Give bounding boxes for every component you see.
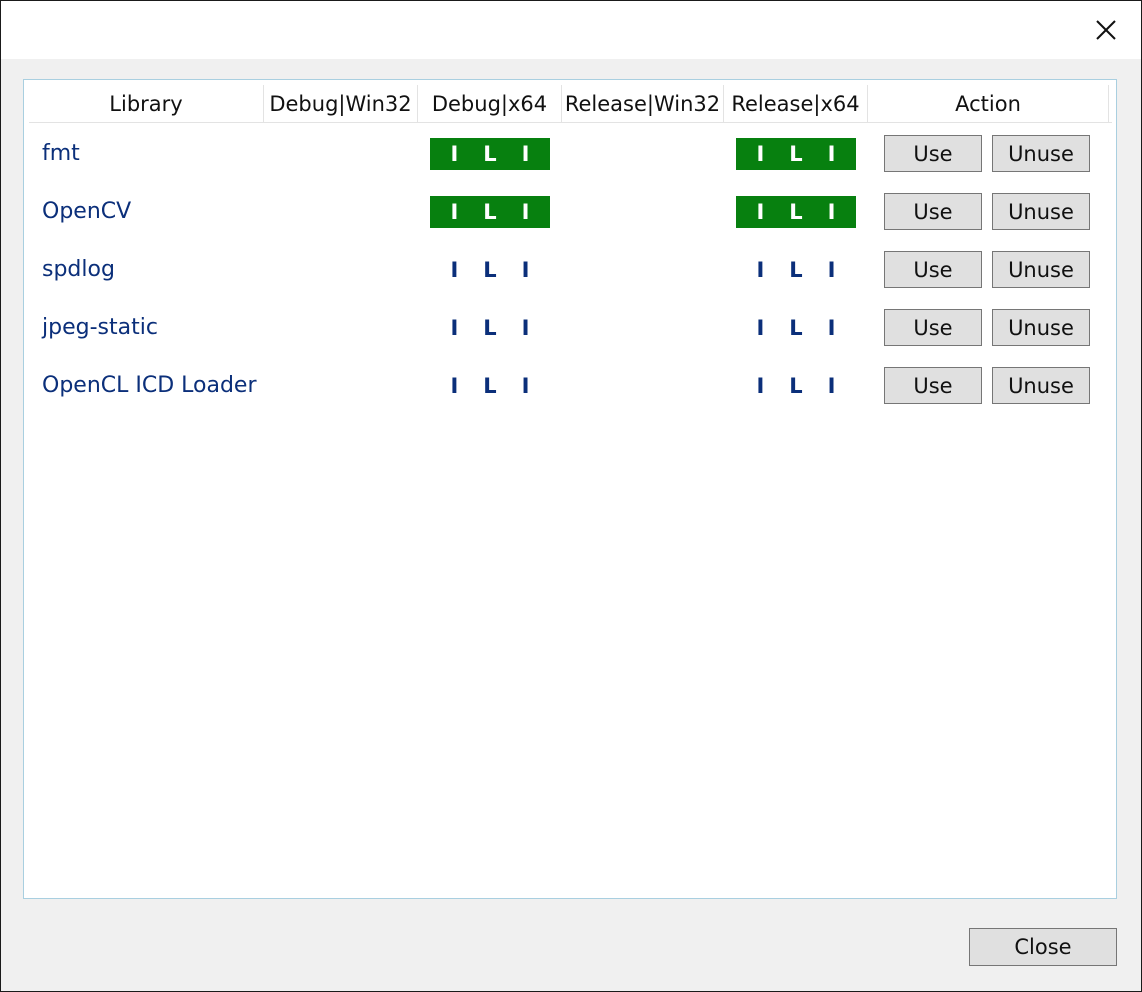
use-button[interactable]: Use xyxy=(884,367,982,404)
unuse-button[interactable]: Unuse xyxy=(992,193,1090,230)
release-x64-indicator: ILI xyxy=(736,138,856,170)
dialog-window: Library Debug|Win32 Debug|x64 Release|Wi… xyxy=(0,0,1142,992)
use-button[interactable]: Use xyxy=(884,251,982,288)
indicator-letter: I xyxy=(756,374,765,398)
indicator-letter: I xyxy=(756,258,765,282)
column-header-library[interactable]: Library xyxy=(29,85,264,122)
use-button[interactable]: Use xyxy=(884,309,982,346)
use-button[interactable]: Use xyxy=(884,135,982,172)
indicator-letter: L xyxy=(483,200,497,224)
release-x64-indicator: ILI xyxy=(736,196,856,228)
release-x64-indicator: ILI xyxy=(736,312,856,344)
indicator-letter: L xyxy=(483,316,497,340)
indicator-letter: L xyxy=(789,142,803,166)
debug-x64-indicator: ILI xyxy=(430,138,550,170)
unuse-button[interactable]: Unuse xyxy=(992,251,1090,288)
library-list: Library Debug|Win32 Debug|x64 Release|Wi… xyxy=(23,79,1117,899)
release-x64-indicator: ILI xyxy=(736,370,856,402)
close-button[interactable]: Close xyxy=(969,928,1117,966)
column-header-release-win32[interactable]: Release|Win32 xyxy=(562,85,724,122)
indicator-letter: I xyxy=(756,316,765,340)
indicator-letter: L xyxy=(789,200,803,224)
indicator-letter: L xyxy=(483,142,497,166)
indicator-letter: I xyxy=(450,374,459,398)
library-name: fmt xyxy=(42,141,80,166)
indicator-letter: I xyxy=(827,142,836,166)
indicator-letter: L xyxy=(789,316,803,340)
indicator-letter: I xyxy=(521,142,530,166)
library-name: spdlog xyxy=(42,257,115,282)
indicator-letter: I xyxy=(450,142,459,166)
column-header-release-x64[interactable]: Release|x64 xyxy=(724,85,868,122)
header-divider xyxy=(29,122,1112,123)
indicator-letter: I xyxy=(521,374,530,398)
unuse-button[interactable]: Unuse xyxy=(992,135,1090,172)
indicator-letter: I xyxy=(756,142,765,166)
library-name: OpenCL ICD Loader xyxy=(42,373,257,398)
indicator-letter: I xyxy=(827,258,836,282)
debug-x64-indicator: ILI xyxy=(430,312,550,344)
debug-x64-indicator: ILI xyxy=(430,254,550,286)
title-bar xyxy=(1,1,1141,59)
indicator-letter: I xyxy=(756,200,765,224)
indicator-letter: I xyxy=(450,258,459,282)
indicator-letter: I xyxy=(521,200,530,224)
debug-x64-indicator: ILI xyxy=(430,196,550,228)
column-header-debug-x64[interactable]: Debug|x64 xyxy=(418,85,562,122)
debug-x64-indicator: ILI xyxy=(430,370,550,402)
indicator-letter: L xyxy=(789,258,803,282)
close-icon[interactable] xyxy=(1091,15,1121,45)
use-button[interactable]: Use xyxy=(884,193,982,230)
library-name: OpenCV xyxy=(42,199,132,224)
unuse-button[interactable]: Unuse xyxy=(992,367,1090,404)
indicator-letter: L xyxy=(483,258,497,282)
indicator-letter: I xyxy=(450,200,459,224)
indicator-letter: I xyxy=(521,258,530,282)
indicator-letter: I xyxy=(450,316,459,340)
unuse-button[interactable]: Unuse xyxy=(992,309,1090,346)
indicator-letter: I xyxy=(521,316,530,340)
release-x64-indicator: ILI xyxy=(736,254,856,286)
indicator-letter: I xyxy=(827,200,836,224)
indicator-letter: L xyxy=(789,374,803,398)
column-header-action[interactable]: Action xyxy=(868,85,1109,122)
library-name: jpeg-static xyxy=(42,315,158,340)
column-header-debug-win32[interactable]: Debug|Win32 xyxy=(264,85,418,122)
indicator-letter: I xyxy=(827,316,836,340)
indicator-letter: L xyxy=(483,374,497,398)
indicator-letter: I xyxy=(827,374,836,398)
